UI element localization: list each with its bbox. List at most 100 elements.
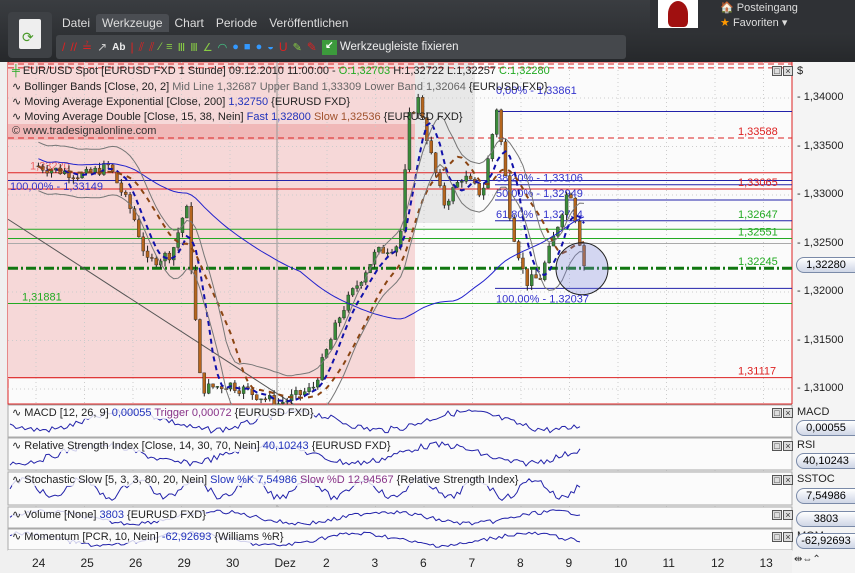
candle-body xyxy=(403,169,407,232)
indicator-legend[interactable]: ∿ Momentum [PCR, 10, Nein] -62,92693 {Wi… xyxy=(12,530,284,543)
andrews-pitchfork-icon[interactable]: ⫽ xyxy=(139,40,144,55)
time-tick: 13 xyxy=(759,556,773,570)
close-icon[interactable]: × xyxy=(783,66,793,76)
line-tool-icon[interactable]: / xyxy=(62,40,65,54)
legend-mad[interactable]: ∿ Moving Average Double [Close, 15, 38, … xyxy=(12,110,463,123)
candle-body xyxy=(254,394,259,400)
candle-body xyxy=(124,191,128,195)
candle-body xyxy=(560,214,564,228)
candle-body xyxy=(93,167,97,173)
price-tick: - 1,33000 xyxy=(797,188,844,200)
chart-canvas[interactable]: 1,343511,335881,330651,332201,311171,326… xyxy=(0,62,855,573)
candle-body xyxy=(76,177,80,179)
triangle-icon[interactable]: ◒ xyxy=(267,41,274,53)
candle-body xyxy=(442,185,447,206)
gann-icon[interactable]: ∕ xyxy=(159,41,161,53)
candle-body xyxy=(237,390,241,394)
channel-icon[interactable]: ⫽ xyxy=(149,40,154,55)
candle-body xyxy=(215,386,220,388)
fix-toolbar-button[interactable]: ↙ Werkzeugleiste fixieren xyxy=(321,39,459,55)
close-icon[interactable]: × xyxy=(783,441,793,451)
candle-body xyxy=(512,218,516,242)
candle-body xyxy=(556,226,560,237)
text-tool-icon[interactable]: Ab xyxy=(112,42,125,53)
current-price-badge: 1,32280 xyxy=(796,257,855,273)
fibonacci-icon[interactable]: ≡ xyxy=(166,41,172,53)
menu-chart[interactable]: Chart xyxy=(169,14,210,32)
arrow-icon[interactable]: ↗ xyxy=(97,40,107,54)
candle-body xyxy=(503,141,508,176)
menu-datei[interactable]: Datei xyxy=(56,14,96,32)
cycle-lines-icon[interactable]: Ⅲ xyxy=(190,41,198,54)
maximize-icon[interactable]: □ xyxy=(772,408,782,418)
candle-body xyxy=(281,401,285,404)
avatar[interactable] xyxy=(658,0,698,28)
close-icon[interactable]: × xyxy=(783,510,793,520)
candle-body xyxy=(481,187,486,196)
watermark: © www.tradesignalonline.com xyxy=(12,125,157,137)
candle-body xyxy=(206,383,211,394)
level-label: 1,32647 xyxy=(738,209,778,221)
ellipse-icon[interactable]: ● xyxy=(232,41,239,53)
close-icon[interactable]: × xyxy=(783,408,793,418)
candle-body xyxy=(477,183,481,196)
legend-ema[interactable]: ∿ Moving Average Exponential [Close, 200… xyxy=(12,95,350,108)
zoom-controls[interactable]: ⇹⇔⌃ xyxy=(794,554,821,565)
candle-body xyxy=(263,398,268,401)
candle-body xyxy=(167,252,172,261)
candle-body xyxy=(150,257,154,259)
time-tick: 2 xyxy=(323,556,330,570)
app-logo[interactable]: ⟳ xyxy=(8,12,52,58)
candle-body xyxy=(137,219,141,238)
chart-area[interactable]: 1,343511,335881,330651,332201,311171,326… xyxy=(0,62,855,573)
indicator-legend[interactable]: ∿ Volume [None] 3803 {EURUSD FXD} xyxy=(12,508,206,521)
menu-werkzeuge[interactable]: Werkzeuge xyxy=(96,14,169,32)
fan-icon[interactable]: ∠ xyxy=(203,41,213,54)
snap-icon[interactable]: ✎ xyxy=(293,41,302,54)
close-icon[interactable]: × xyxy=(783,475,793,485)
candle-body xyxy=(525,268,530,286)
candle-body xyxy=(447,200,451,206)
candle-body xyxy=(202,372,206,394)
indicator-value-badge: -62,92693 xyxy=(796,533,855,549)
legend-bollinger[interactable]: ∿ Bollinger Bands [Close, 20, 2] Mid Lin… xyxy=(12,80,548,93)
horizontal-line-icon[interactable]: ≟ xyxy=(82,40,92,54)
candle-body xyxy=(385,252,390,254)
price-tick: - 1,31500 xyxy=(797,333,844,346)
candle-body xyxy=(534,274,538,279)
candle-body xyxy=(499,109,503,143)
candle-body xyxy=(495,109,499,135)
indicator-legend[interactable]: ∿ Stochastic Slow [5, 3, 3, 80, 20, Nein… xyxy=(12,473,519,486)
time-tick: 6 xyxy=(420,556,427,570)
legend-main[interactable]: ╪ EUR/USD Spot [EURUSD FXD 1 Stunde] 09.… xyxy=(12,65,550,77)
level-label: 100,00% - 1,33149 xyxy=(10,181,103,193)
candle-body xyxy=(71,177,76,179)
maximize-icon[interactable]: □ xyxy=(772,441,782,451)
magnet-icon[interactable]: U xyxy=(279,40,288,54)
favorites-menu[interactable]: ★ Favoriten ▾ xyxy=(720,16,787,29)
candle-body xyxy=(329,339,333,350)
rectangle-icon[interactable]: ■ xyxy=(244,41,251,53)
candle-body xyxy=(521,257,525,269)
circle-icon[interactable]: ● xyxy=(256,41,263,53)
level-label: 1,31117 xyxy=(738,366,776,378)
maximize-icon[interactable]: □ xyxy=(772,66,782,76)
indicator-legend[interactable]: ∿ MACD [12, 26, 9] 0,00055 Trigger 0,000… xyxy=(12,406,314,419)
menu-periode[interactable]: Periode xyxy=(210,14,263,32)
indicator-legend[interactable]: ∿ Relative Strength Index [Close, 14, 30… xyxy=(12,439,391,452)
maximize-icon[interactable]: □ xyxy=(772,532,782,542)
parallel-lines-icon[interactable]: // xyxy=(70,40,77,54)
vertical-line-icon[interactable]: | xyxy=(130,40,133,54)
candle-body xyxy=(259,398,263,401)
candle-body xyxy=(119,182,124,193)
fib-time-icon[interactable]: Ⅲ xyxy=(178,41,186,54)
delete-drawing-icon[interactable]: ✎ xyxy=(307,40,317,54)
candle-body xyxy=(464,175,468,182)
maximize-icon[interactable]: □ xyxy=(772,510,782,520)
menu-veroeffentlichen[interactable]: Veröffentlichen xyxy=(263,14,354,32)
arc-icon[interactable]: ◠ xyxy=(218,41,228,54)
close-icon[interactable]: × xyxy=(783,532,793,542)
inbox-link[interactable]: 🏠 Posteingang xyxy=(720,1,798,14)
maximize-icon[interactable]: □ xyxy=(772,475,782,485)
time-tick: 30 xyxy=(226,556,240,570)
